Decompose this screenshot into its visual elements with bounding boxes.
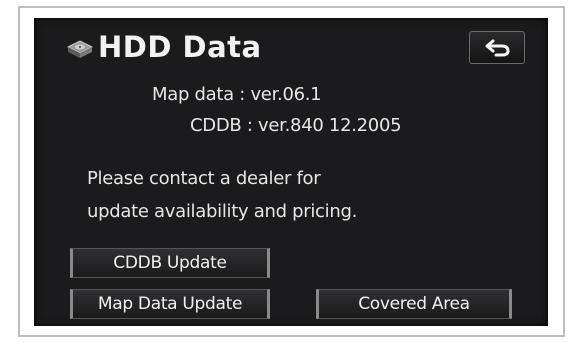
map-data-update-button[interactable]: Map Data Update bbox=[70, 289, 270, 319]
map-data-version: Map data : ver.06.1 bbox=[152, 84, 322, 105]
dealer-message-line-1: Please contact a dealer for bbox=[87, 168, 321, 189]
dealer-message: Please contact a dealer for update avail… bbox=[87, 162, 357, 228]
covered-area-button[interactable]: Covered Area bbox=[316, 289, 512, 319]
back-button[interactable] bbox=[469, 31, 525, 64]
hdd-data-screen: HDD Data Map data : ver.06.1 CDDB : ver.… bbox=[34, 18, 548, 326]
dealer-message-line-2: update availability and pricing. bbox=[87, 201, 358, 222]
cddb-version: CDDB : ver.840 12.2005 bbox=[190, 115, 402, 136]
return-arrow-icon bbox=[485, 39, 510, 57]
hdd-disc-icon bbox=[65, 38, 95, 62]
page-title: HDD Data bbox=[98, 30, 262, 64]
cddb-update-button[interactable]: CDDB Update bbox=[70, 248, 270, 278]
